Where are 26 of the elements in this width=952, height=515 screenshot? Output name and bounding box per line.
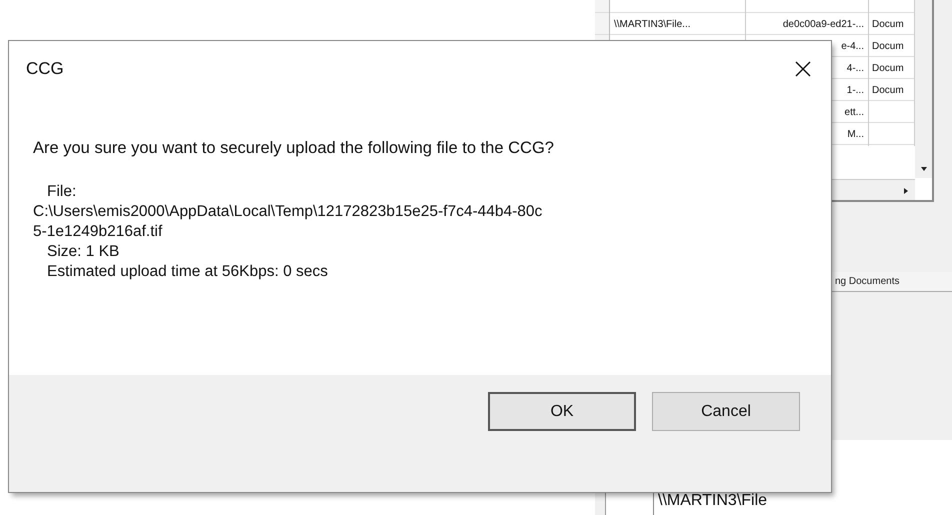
- table-cell: e-4...: [841, 41, 864, 52]
- file-detail-line: Estimated upload time at 56Kbps: 0 secs: [46, 262, 329, 282]
- scroll-right-icon[interactable]: [903, 187, 909, 195]
- vertical-scrollbar[interactable]: [915, 0, 932, 178]
- table-cell: 1-...: [846, 85, 864, 96]
- tab-label[interactable]: ng Documents: [835, 276, 900, 287]
- close-icon[interactable]: [795, 61, 811, 77]
- file-detail-line: C:\Users\emis2000\AppData\Local\Temp\12172823b15e25-f7c4-44b4-80c: [33, 202, 544, 222]
- table-cell: Docum: [872, 63, 904, 74]
- dialog-title: CCG: [26, 59, 64, 79]
- scroll-down-icon[interactable]: [920, 166, 928, 172]
- table-cell: 4-...: [846, 63, 864, 74]
- confirmation-message: Are you sure you want to securely upload the following file to the CCG?: [33, 139, 555, 158]
- table-cell: Docum: [872, 85, 904, 96]
- file-detail-line: Size: 1 KB: [46, 242, 120, 262]
- table-cell: Docum: [872, 19, 904, 30]
- file-detail-line: File:: [46, 182, 78, 202]
- table-cell: de0c00a9-ed21-...: [782, 19, 864, 30]
- cancel-button[interactable]: Cancel: [652, 392, 800, 431]
- table-cell: ett...: [844, 107, 864, 118]
- table-cell: Docum: [872, 41, 904, 52]
- table-cell: \\MARTIN3\File...: [614, 19, 690, 30]
- table-cell: M...: [847, 129, 864, 140]
- file-detail-line: 5-1e1249b216af.tif: [33, 222, 164, 242]
- ok-button[interactable]: OK: [488, 392, 636, 431]
- table-cell: \\MARTIN3\File: [658, 492, 768, 510]
